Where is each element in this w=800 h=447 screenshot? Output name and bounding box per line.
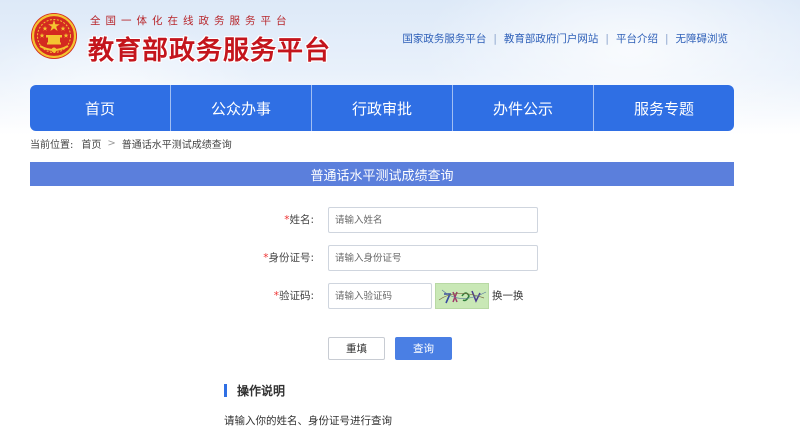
- captcha-image[interactable]: [435, 283, 489, 309]
- breadcrumb-current: 普通话水平测试成绩查询: [121, 140, 232, 151]
- captcha-label: *验证码:: [274, 283, 314, 309]
- instructions-text: 请输入你的姓名、身份证号进行查询: [224, 415, 392, 427]
- captcha-label-text: 验证码:: [278, 290, 314, 302]
- id-number-label-text: 身份证号:: [268, 252, 314, 264]
- top-link-national-platform[interactable]: 国家政务服务平台: [402, 31, 486, 46]
- breadcrumb-prefix: 当前位置:: [30, 140, 74, 151]
- logo-subtitle: 全国一体化在线政务服务平台: [90, 15, 292, 27]
- form-row-id-number: *身份证号:: [0, 245, 800, 271]
- breadcrumb-separator: >: [107, 138, 116, 149]
- name-input[interactable]: [328, 207, 538, 233]
- name-label: *姓名:: [284, 207, 314, 233]
- page-title: 普通话水平测试成绩查询: [30, 162, 734, 186]
- nav-item-service-topics[interactable]: 服务专题: [594, 85, 734, 131]
- id-number-label: *身份证号:: [263, 245, 314, 271]
- main-nav: 首页 公众办事 行政审批 办件公示 服务专题: [30, 85, 734, 131]
- top-link-platform-intro[interactable]: 平台介绍: [616, 31, 658, 46]
- instructions-title: 操作说明: [237, 384, 286, 398]
- instructions-accent-bar: [224, 384, 227, 397]
- captcha-refresh-link[interactable]: 换一换: [492, 283, 524, 309]
- reset-button[interactable]: 重填: [328, 337, 385, 360]
- top-link-accessibility[interactable]: 无障碍浏览: [676, 31, 729, 46]
- top-link-separator: |: [493, 32, 497, 45]
- name-label-text: 姓名:: [289, 214, 314, 226]
- form-row-name: *姓名:: [0, 207, 800, 233]
- instructions-heading: 操作说明: [224, 382, 285, 399]
- nav-item-home[interactable]: 首页: [30, 85, 171, 131]
- site-logo[interactable]: 全国一体化在线政务服务平台 教育部政务服务平台: [30, 10, 330, 68]
- national-emblem-icon: [31, 13, 77, 59]
- nav-item-administrative-approval[interactable]: 行政审批: [312, 85, 453, 131]
- nav-item-public-services[interactable]: 公众办事: [171, 85, 312, 131]
- breadcrumb-home-link[interactable]: 首页: [81, 136, 101, 151]
- query-button[interactable]: 查询: [395, 337, 452, 360]
- logo-title: 教育部政务服务平台: [88, 36, 332, 66]
- captcha-glyphs: [438, 289, 487, 304]
- breadcrumb: 当前位置: 首页 > 普通话水平测试成绩查询: [30, 136, 232, 151]
- top-link-ministry-portal[interactable]: 教育部政府门户网站: [504, 31, 599, 46]
- top-link-separator: |: [605, 32, 609, 45]
- top-link-separator: |: [664, 32, 669, 45]
- form-row-captcha: *验证码: 换一换: [0, 283, 800, 309]
- nav-item-case-publicity[interactable]: 办件公示: [453, 85, 594, 131]
- id-number-input[interactable]: [328, 245, 538, 271]
- top-links: 国家政务服务平台 | 教育部政府门户网站 | 平台介绍 | 无障碍浏览: [402, 31, 728, 46]
- captcha-input[interactable]: [328, 283, 432, 309]
